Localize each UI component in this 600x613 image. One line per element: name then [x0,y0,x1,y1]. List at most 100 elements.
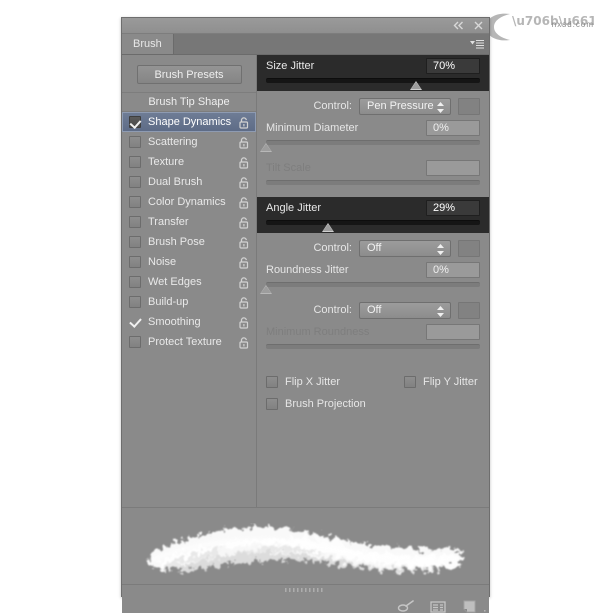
angle-control-label: Control: [266,242,352,254]
size-control-value: Pen Pressure [367,100,434,112]
option-checkbox[interactable] [129,316,141,328]
option-checkbox[interactable] [129,216,141,228]
angle-jitter-label: Angle Jitter [266,202,321,214]
option-checkbox[interactable] [129,236,141,248]
panel-resize-grip[interactable] [478,606,487,613]
option-checkbox[interactable] [129,296,141,308]
flip-x-jitter-box [266,376,278,388]
minimum-diameter-thumb[interactable] [260,143,272,152]
minimum-roundness-value [426,324,480,340]
option-checkbox[interactable] [129,256,141,268]
shape-dynamics-settings: Size Jitter 70% Control: Pen Pressure [257,55,489,507]
minimum-diameter-value[interactable]: 0% [426,120,480,136]
unlock-icon[interactable] [239,336,250,348]
brush-projection-label: Brush Projection [285,398,366,410]
size-control-row: Control: Pen Pressure [257,95,489,117]
option-checkbox[interactable] [129,276,141,288]
unlock-icon[interactable] [239,176,250,188]
flip-x-jitter-checkbox[interactable]: Flip X Jitter [266,376,340,388]
roundness-jitter-slider[interactable] [266,281,480,295]
tab-brush[interactable]: Brush [122,34,174,54]
minimum-roundness-block: Minimum Roundness [257,321,489,357]
collapse-to-icons-icon[interactable] [453,20,464,31]
option-checkbox[interactable] [129,116,141,128]
sidebar-item-build-up[interactable]: Build-up [122,292,256,312]
minimum-diameter-block: Minimum Diameter 0% [257,117,489,153]
brush-options-sidebar: Brush Presets Brush Tip Shape Shape Dyna… [122,55,257,507]
minimum-roundness-label: Minimum Roundness [266,326,369,338]
roundness-control-select[interactable]: Off [359,302,451,319]
sidebar-item-shape-dynamics[interactable]: Shape Dynamics [122,112,256,132]
sidebar-item-color-dynamics[interactable]: Color Dynamics [122,192,256,212]
option-checkbox[interactable] [129,136,141,148]
size-jitter-value[interactable]: 70% [426,58,480,74]
option-label: Shape Dynamics [148,116,231,128]
panel-bottom-resizer[interactable] [122,584,489,596]
unlock-icon[interactable] [239,136,250,148]
sidebar-item-smoothing[interactable]: Smoothing [122,312,256,332]
roundness-jitter-value[interactable]: 0% [426,262,480,278]
unlock-icon[interactable] [239,116,250,128]
flip-options: Flip X Jitter Flip Y Jitter Brush Projec… [257,361,489,415]
screenshot-canvas: \u706b\u661f\u7f51 nxsd.com Br [0,0,600,613]
unlock-icon[interactable] [239,316,250,328]
sidebar-item-protect-texture[interactable]: Protect Texture [122,332,256,352]
angle-jitter-track [266,220,480,225]
option-checkbox[interactable] [129,176,141,188]
unlock-icon[interactable] [239,296,250,308]
roundness-control-row: Control: Off [257,299,489,321]
angle-jitter-row: Angle Jitter 29% [257,197,489,219]
sidebar-item-brush-tip-shape[interactable]: Brush Tip Shape [122,92,256,112]
flip-y-jitter-box [404,376,416,388]
minimum-roundness-track [266,344,480,349]
option-label: Texture [148,156,184,168]
panel-body: Brush Presets Brush Tip Shape Shape Dyna… [122,55,489,507]
option-label: Build-up [148,296,188,308]
option-checkbox[interactable] [129,196,141,208]
brush-projection-checkbox[interactable]: Brush Projection [266,398,366,410]
unlock-icon[interactable] [239,156,250,168]
sidebar-item-brush-pose[interactable]: Brush Pose [122,232,256,252]
roundness-jitter-thumb[interactable] [260,285,272,294]
minimum-diameter-slider[interactable] [266,139,480,153]
unlock-icon[interactable] [239,236,250,248]
stepper-arrows-icon [437,102,444,113]
sidebar-item-dual-brush[interactable]: Dual Brush [122,172,256,192]
sidebar-item-scattering[interactable]: Scattering [122,132,256,152]
option-label: Protect Texture [148,336,222,348]
new-brush-preset-icon[interactable] [461,599,479,613]
size-jitter-thumb[interactable] [410,81,422,90]
sidebar-item-noise[interactable]: Noise [122,252,256,272]
toggle-brush-preview-icon[interactable] [397,599,415,613]
sidebar-item-wet-edges[interactable]: Wet Edges [122,272,256,292]
sidebar-item-texture[interactable]: Texture [122,152,256,172]
sidebar-item-transfer[interactable]: Transfer [122,212,256,232]
brush-options-list: Shape Dynamics Scattering Texture Dual Brus… [122,112,256,352]
size-jitter-slider[interactable] [266,77,480,91]
close-icon[interactable] [473,20,484,31]
size-control-select[interactable]: Pen Pressure [359,98,451,115]
option-checkbox[interactable] [129,336,141,348]
unlock-icon[interactable] [239,216,250,228]
angle-jitter-value[interactable]: 29% [426,200,480,216]
unlock-icon[interactable] [239,196,250,208]
flip-y-jitter-checkbox[interactable]: Flip Y Jitter [404,376,478,388]
unlock-icon[interactable] [239,276,250,288]
angle-jitter-slider[interactable] [266,219,480,233]
panel-menu-icon[interactable] [470,38,484,50]
brush-presets-panel-icon[interactable] [429,599,447,613]
flip-jitter-row: Flip X Jitter Flip Y Jitter [266,371,480,393]
angle-jitter-thumb[interactable] [322,223,334,232]
brush-presets-button[interactable]: Brush Presets [137,65,242,84]
tilt-scale-track [266,180,480,185]
brush-panel: Brush Brush Presets Brush Tip Shape Shap… [121,17,490,597]
flip-y-jitter-label: Flip Y Jitter [423,376,478,388]
option-checkbox[interactable] [129,156,141,168]
angle-control-row: Control: Off [257,237,489,259]
size-jitter-row: Size Jitter 70% [257,55,489,77]
minimum-diameter-row: Minimum Diameter 0% [257,117,489,139]
size-jitter-track [266,78,480,83]
unlock-icon[interactable] [239,256,250,268]
angle-control-select[interactable]: Off [359,240,451,257]
flip-x-jitter-label: Flip X Jitter [285,376,340,388]
